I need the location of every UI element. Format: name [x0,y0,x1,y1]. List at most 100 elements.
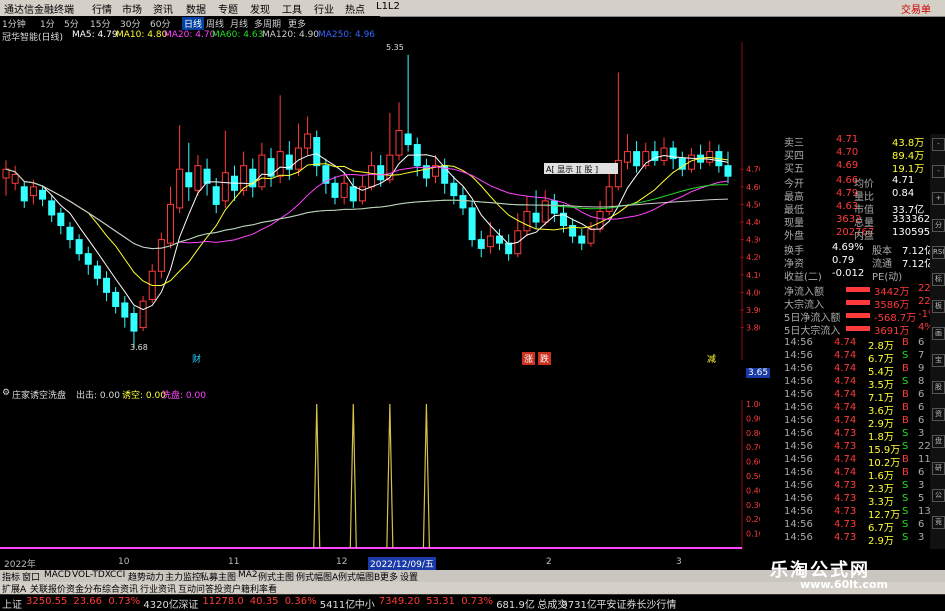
period-5[interactable]: 5分 [64,17,79,30]
tool-icon[interactable]: 盘 [932,435,945,448]
event-marker[interactable]: 涨 [522,352,536,365]
menu-item-market[interactable]: 市场 [122,1,142,16]
menu-item-discover[interactable]: 发现 [250,1,270,16]
period-bar: 1分钟 1分 5分 15分 30分 60分 日线 周线 月线 多周期 更多 [0,16,380,30]
candle-body [331,182,339,198]
period-15[interactable]: 15分 [90,17,110,30]
candle-body [221,172,229,202]
status-item: 40.35 [249,596,279,607]
quote-panel: 卖三 4.71 43.8万 买四 4.70 89.4万 买五 4.69 19.1万 今开 4.66 均… [752,134,940,549]
candle-body [349,186,357,202]
candle-body [57,212,65,227]
event-marker[interactable]: 跌 [538,352,552,365]
menu-item-data[interactable]: 数据 [186,1,206,16]
menu-item-quote[interactable]: 行情 [92,1,112,16]
tool-icon[interactable]: 画 [932,327,945,340]
tool-icon[interactable]: 分 [932,219,945,232]
tool-icon[interactable]: 板 [932,300,945,313]
candle-body [75,239,83,255]
candle-body [176,168,184,209]
period-30[interactable]: 30分 [120,17,140,30]
candle-body [185,172,193,188]
tick-row: 14:56 4.74 2.8万 B 6 [784,337,925,352]
tick-row: 14:56 4.74 2.9万 B 6 [784,415,925,430]
period-month[interactable]: 月线 [230,17,248,30]
candle-body [203,168,211,184]
tool-icon[interactable]: 竞 [932,516,945,529]
tab-vol[interactable]: VOL-TDX [72,570,111,580]
stat-row: 最高 4.79 量比 0.84 [784,188,915,203]
status-item: 53.31 [426,596,455,607]
candle-body [660,147,668,161]
tick-row: 14:56 4.73 12.7万 S 13 [784,506,931,521]
tool-icon[interactable]: 研 [932,462,945,475]
date-label: 10 [118,557,130,567]
candle-body [486,235,494,248]
order-book-row: 买五 4.69 19.1万 [784,160,925,175]
candle-body [212,186,220,205]
period-1min[interactable]: 1分钟 [2,17,26,30]
indicator-chart[interactable]: 1.000.900.800.700.600.500.400.300.200.10 [0,400,760,550]
tool-icon[interactable]: 宝 [932,354,945,367]
tick-row: 14:56 4.73 2.3万 S 3 [784,480,925,495]
candle-body [66,226,74,241]
candle-body [29,186,37,197]
status-item: 0.73% [461,596,493,607]
candle-body [386,154,394,181]
candle-body [258,154,266,188]
candle-body [48,200,56,216]
tick-row: 14:56 4.73 15.9万 S 22 [784,441,931,456]
period-week[interactable]: 周线 [206,17,224,30]
settings-icon[interactable]: ⚙ [2,388,10,398]
event-marker[interactable]: 财 [192,352,201,365]
candle-body [285,154,293,170]
tool-icon[interactable]: 股 [932,381,945,394]
candle-body [157,239,165,272]
tool-icon[interactable]: - [932,138,945,151]
period-1[interactable]: 1分 [40,17,55,30]
indicator-legend: ⚙ 庄家诱空洗盘 出击: 0.00 诱空: 0.00 洗盘: 0.00 [0,388,740,401]
tool-icon[interactable]: + [932,192,945,205]
menu-item-industry[interactable]: 行业 [314,1,334,16]
tool-icon[interactable]: - [932,165,945,178]
candle-body [550,200,558,214]
period-day[interactable]: 日线 [182,17,205,30]
tab-macd[interactable]: MACD [44,570,71,580]
candlestick-chart[interactable]: 4.704.604.504.404.304.204.104.003.903.80… [0,42,760,360]
order-book-row: 买四 4.70 89.4万 [784,147,925,162]
tool-icon[interactable]: 标 [932,273,945,286]
menu-item-tools[interactable]: 工具 [282,1,302,16]
candle-body [84,253,92,265]
tool-icon[interactable]: 公 [932,489,945,502]
chart-tooltip: A[ 显示 ][ 股 ] [546,165,598,174]
stat-row: 净资 0.79 流通 7.12亿 [784,255,935,270]
trade-button[interactable]: 交易单 [901,1,931,16]
tool-icon[interactable]: RSI [932,246,945,259]
menu-item-l1l2[interactable]: L1L2 [376,1,400,12]
tool-icon[interactable]: 资 [932,408,945,421]
candle-body [596,210,604,230]
tick-row: 14:56 4.73 1.8万 S 3 [784,428,925,443]
flow-row: 大宗流入3586万22% [784,296,940,311]
tab-cci[interactable]: CCI [110,570,125,580]
menu-item-hot[interactable]: 热点 [345,1,365,16]
menu-item-topic[interactable]: 专题 [218,1,238,16]
menu-item-news[interactable]: 资讯 [153,1,173,16]
candle-body [304,133,312,149]
period-more[interactable]: 更多 [288,17,306,30]
ma20-label: MA20: 4.70 [164,30,216,40]
tab-ma2[interactable]: MA2 [238,570,258,580]
event-marker[interactable]: 减 [707,352,716,365]
status-item: 0.73% [108,596,141,607]
period-60[interactable]: 60分 [150,17,170,30]
high-price-label: 5.35 [386,43,404,52]
candle-body [468,207,476,241]
low-price-label: 3.68 [130,343,148,352]
period-multi[interactable]: 多周期 [254,17,281,30]
candle-body [587,228,595,244]
flow-row: 净流入额3442万22% [784,283,940,298]
status-item: 0.36% [284,596,317,607]
candle-body [130,313,138,332]
candle-body [276,151,284,177]
ma5-label: MA5: 4.79 [72,30,118,40]
